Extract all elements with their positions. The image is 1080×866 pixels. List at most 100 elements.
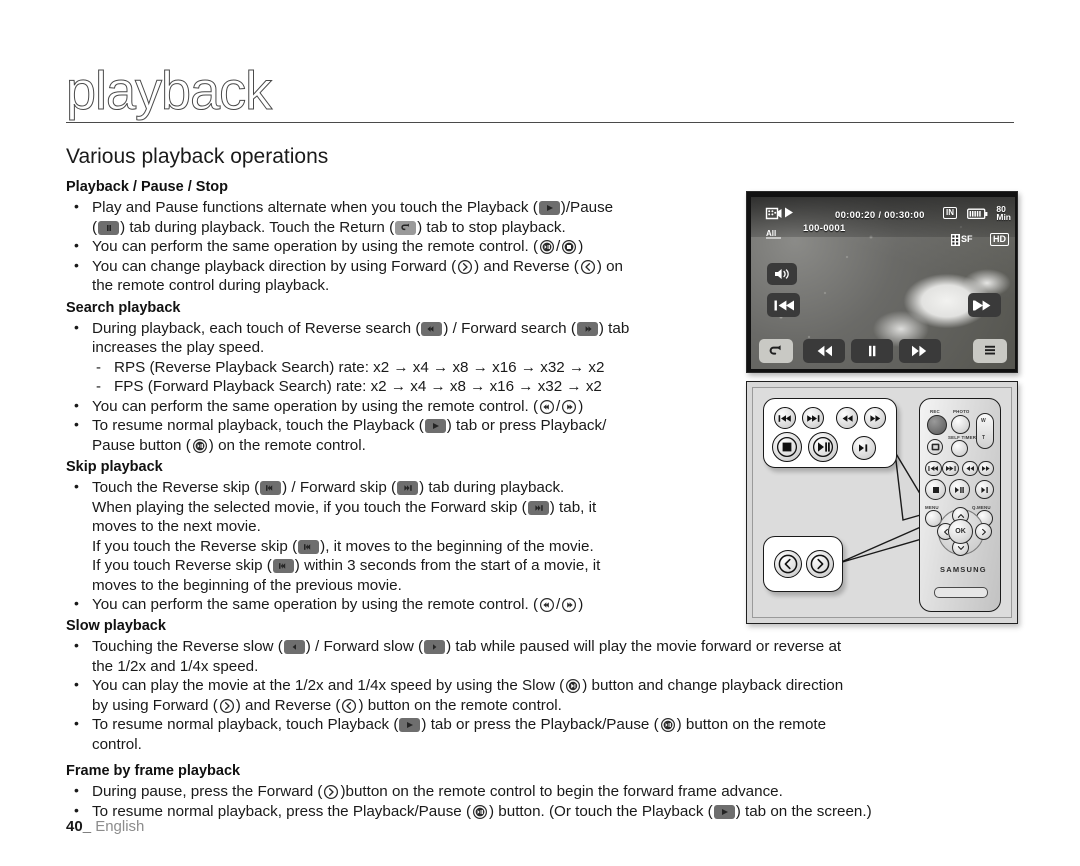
battery-minutes: 80 Min xyxy=(996,205,1011,222)
reverse-search-tab-icon xyxy=(421,321,443,336)
reverse-direction-remote-icon xyxy=(341,698,357,714)
reverse-direction-remote-icon xyxy=(580,259,596,275)
text: )/Pause xyxy=(560,199,614,216)
self-timer-label: SELF TIMER xyxy=(948,435,977,440)
text: To resume normal playback, touch Playbac… xyxy=(92,716,399,733)
return-tab[interactable] xyxy=(759,339,793,363)
text: ) tab, it xyxy=(549,498,597,516)
slow-button-callout[interactable] xyxy=(852,436,876,460)
movie-mode-icon xyxy=(765,206,783,226)
list-item: FPS (Forward Playback Search) rate: x2 →… xyxy=(66,377,756,397)
list-search-playback: During playback, each touch of Reverse s… xyxy=(66,318,756,358)
forward-skip-button-callout[interactable] xyxy=(802,407,824,429)
playback-pause-remote-icon xyxy=(192,438,208,454)
reverse-direction-button-callout[interactable] xyxy=(774,550,802,578)
playback-tab-icon xyxy=(424,419,446,433)
heading-playback-pause-stop: Playback / Pause / Stop xyxy=(66,179,228,195)
ok-button[interactable]: OK xyxy=(948,519,973,544)
list-item: RPS (Reverse Playback Search) rate: x2 →… xyxy=(66,358,756,378)
text: ) / Forward slow ( xyxy=(305,638,424,655)
list-item: Touching the Reverse slow ( ) / Forward s… xyxy=(66,636,1034,676)
list-item: You can perform the same operation by us… xyxy=(66,396,756,417)
text: ) / Forward skip ( xyxy=(282,479,397,496)
text: ) button on the remote control. xyxy=(358,696,562,714)
list-item: During pause, press the Forward ()button… xyxy=(66,781,1034,802)
lcd-screen-figure: All 00:00:20 / 00:30:00 100-0001 IN 80 M… xyxy=(746,191,1018,373)
list-item: To resume normal playback, touch Playbac… xyxy=(66,714,1034,754)
heading-skip-playback: Skip playback xyxy=(66,459,163,475)
text: You can perform the same operation by us… xyxy=(92,238,539,255)
section-title: Various playback operations xyxy=(66,145,329,168)
remote-control-body: REC PHOTO W T SELF TIMER MENU Q.MENU OK … xyxy=(919,398,1001,612)
text: ) and Reverse ( xyxy=(474,257,579,275)
playback-pause-button[interactable] xyxy=(949,479,970,500)
text: ) tab to stop playback. xyxy=(417,218,566,236)
text: Touching the Reverse slow ( xyxy=(92,638,283,655)
text: ) tab while paused will play the movie f… xyxy=(446,638,842,655)
volume-tab[interactable] xyxy=(767,263,797,285)
forward-skip-tab[interactable] xyxy=(968,293,1001,317)
pause-tab[interactable] xyxy=(851,339,893,363)
zoom-tele-label: T xyxy=(982,435,986,441)
dpad-right-button[interactable] xyxy=(975,523,992,540)
quality-badge-icon: SF xyxy=(951,233,977,252)
body-column-narrow: Playback / Pause / Stop Play and Pause f… xyxy=(66,178,756,615)
stop-button-callout[interactable] xyxy=(772,432,802,462)
text: ) button. (Or touch the Playback ( xyxy=(489,802,713,820)
callout-direction-buttons xyxy=(763,536,843,592)
return-tab-icon xyxy=(395,220,417,235)
pause-tab-icon xyxy=(98,220,120,235)
text: ) and Reverse ( xyxy=(235,696,341,714)
reverse-skip-button-callout[interactable] xyxy=(774,407,796,429)
list-skip-playback: Touch the Reverse skip ( ) / Forward skip… xyxy=(66,477,756,615)
list-search-rates: RPS (Reverse Playback Search) rate: x2 →… xyxy=(66,358,756,397)
display-button[interactable] xyxy=(927,439,943,455)
reverse-skip-tab[interactable] xyxy=(767,293,800,317)
text: increases the play speed. xyxy=(92,339,265,356)
rec-button[interactable] xyxy=(927,415,947,435)
text: ) on the remote control. xyxy=(208,436,366,454)
slow-button[interactable] xyxy=(975,480,994,499)
text: Touch the Reverse skip ( xyxy=(92,479,260,496)
text: During playback, each touch of Reverse s… xyxy=(92,319,421,337)
forward-search-button[interactable] xyxy=(978,461,994,476)
playback-pause-remote-icon xyxy=(472,804,488,820)
forward-direction-remote-icon xyxy=(457,259,473,275)
page-footer: 40_ English xyxy=(66,818,145,835)
text: ) on xyxy=(596,257,623,275)
reverse-search-button-callout[interactable] xyxy=(836,407,858,429)
footer-language: English xyxy=(95,818,145,835)
forward-search-tab[interactable] xyxy=(899,339,941,363)
q-menu-label: Q.MENU xyxy=(972,505,991,510)
reverse-search-tab[interactable] xyxy=(803,339,845,363)
text: Play and Pause functions alternate when … xyxy=(92,199,538,216)
forward-direction-button-callout[interactable] xyxy=(806,550,834,578)
text: / xyxy=(556,596,561,613)
forward-skip-button[interactable] xyxy=(942,461,959,476)
reverse-skip-button[interactable] xyxy=(925,461,942,476)
photo-button[interactable] xyxy=(951,415,970,434)
list-frame-by-frame: During pause, press the Forward ()button… xyxy=(66,781,1034,821)
reverse-search-button[interactable] xyxy=(962,461,978,476)
text: If you touch the Reverse skip ( xyxy=(92,537,298,555)
remote-control-figure: REC PHOTO W T SELF TIMER MENU Q.MENU OK … xyxy=(746,381,1018,624)
text: ) xyxy=(578,596,584,613)
text: ), it moves to the beginning of the movi… xyxy=(320,537,594,555)
list-item: You can play the movie at the 1/2x and 1… xyxy=(66,675,1034,715)
svg-text:All: All xyxy=(766,229,776,238)
stop-button[interactable] xyxy=(925,479,946,500)
text: When playing the selected movie, if you … xyxy=(92,498,527,516)
playback-pause-button-callout[interactable] xyxy=(808,432,838,462)
text: moves to the beginning of the previous m… xyxy=(92,576,402,594)
text: You can perform the same operation by us… xyxy=(92,397,539,415)
forward-search-tab-icon xyxy=(576,321,598,336)
forward-search-button-callout[interactable] xyxy=(864,407,886,429)
page-title: playback xyxy=(65,61,272,121)
battery-minutes-unit: Min xyxy=(996,212,1011,222)
list-slow-playback: Touching the Reverse slow ( ) / Forward s… xyxy=(66,636,1034,754)
menu-tab[interactable] xyxy=(973,339,1007,363)
self-timer-button[interactable] xyxy=(951,440,968,457)
text: You can perform the same operation by us… xyxy=(92,596,539,613)
reverse-skip-tab-icon xyxy=(298,539,320,554)
svg-text:SF: SF xyxy=(961,234,973,244)
